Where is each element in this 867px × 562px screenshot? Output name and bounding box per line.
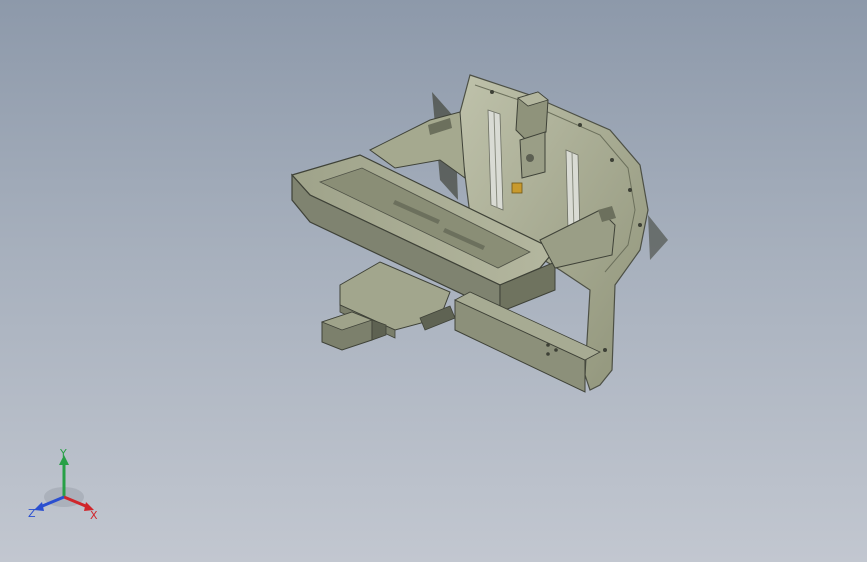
cnc-machine-model[interactable] <box>0 0 867 562</box>
orientation-triad: Y X Z <box>28 447 98 522</box>
yellow-bracket <box>511 182 523 194</box>
z-axis-label: Z <box>28 507 36 520</box>
x-axis-label: X <box>90 509 98 522</box>
y-axis-label: Y <box>59 447 67 460</box>
graphics-viewport[interactable]: Y X Z <box>0 0 867 562</box>
